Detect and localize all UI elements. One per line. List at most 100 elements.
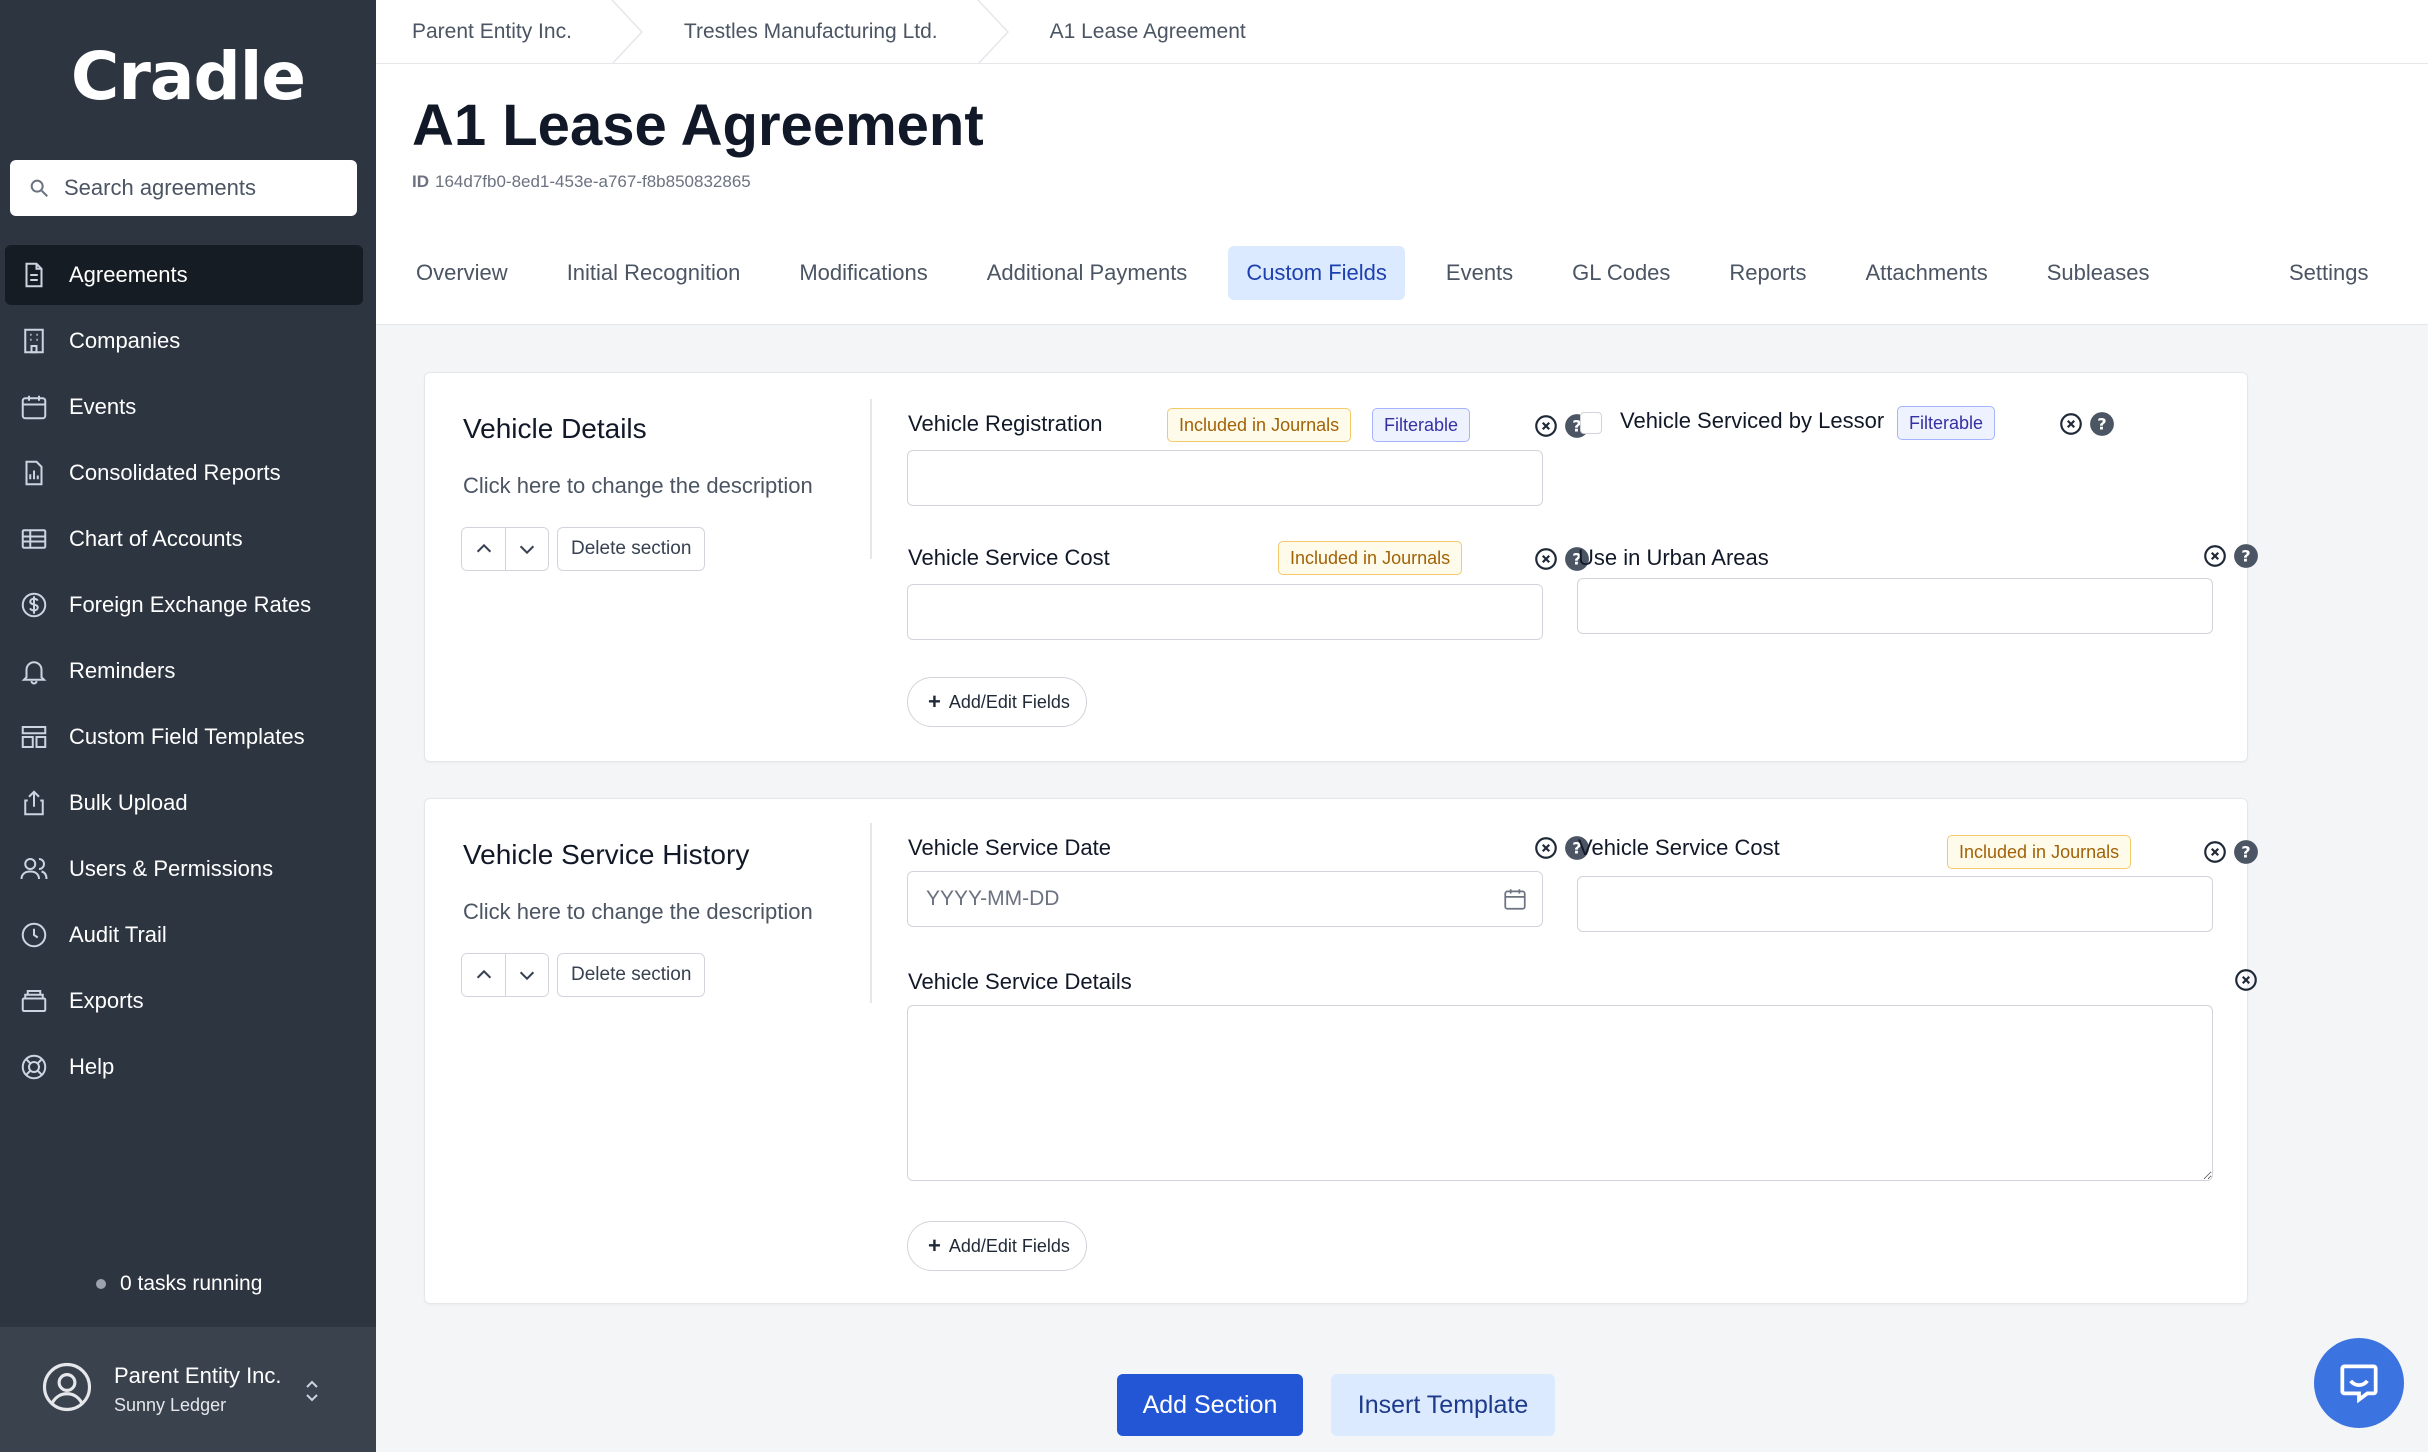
remove-field-icon[interactable] bbox=[1533, 413, 1559, 439]
report-icon bbox=[25, 460, 43, 486]
search-input[interactable] bbox=[64, 175, 334, 201]
section-description[interactable]: Click here to change the description bbox=[463, 899, 813, 925]
tab-gl-codes[interactable]: GL Codes bbox=[1554, 246, 1688, 300]
template-icon bbox=[21, 726, 47, 748]
sidebar-item-label: Custom Field Templates bbox=[69, 724, 305, 749]
delete-section-button[interactable]: Delete section bbox=[557, 527, 706, 571]
delete-section-button[interactable]: Delete section bbox=[557, 953, 706, 997]
sidebar-item-foreign-exchange-rates[interactable]: Foreign Exchange Rates bbox=[5, 575, 363, 635]
sidebar-item-chart-of-accounts[interactable]: Chart of Accounts bbox=[5, 509, 363, 569]
section-title[interactable]: Vehicle Service History bbox=[463, 839, 749, 871]
sidebar-item-custom-field-templates[interactable]: Custom Field Templates bbox=[5, 707, 363, 767]
remove-field-icon[interactable] bbox=[2202, 543, 2228, 569]
sidebar-item-events[interactable]: Events bbox=[5, 377, 363, 437]
upload-icon bbox=[24, 790, 44, 816]
tab-events[interactable]: Events bbox=[1428, 246, 1531, 300]
tab-subleases[interactable]: Subleases bbox=[2029, 246, 2168, 300]
plus-icon: + bbox=[928, 689, 941, 714]
chevron-up-down-icon bbox=[306, 1380, 318, 1402]
move-up-button[interactable] bbox=[462, 528, 505, 570]
field-label-vehicle-serviced-by-lessor: Vehicle Serviced by Lessor bbox=[1620, 408, 1885, 433]
field-label-use-in-urban-areas: Use in Urban Areas bbox=[1578, 545, 1769, 570]
sidebar-item-users-permissions[interactable]: Users & Permissions bbox=[5, 839, 363, 899]
tab-modifications[interactable]: Modifications bbox=[781, 246, 945, 300]
tab-overview[interactable]: Overview bbox=[398, 246, 526, 300]
add-edit-fields-button[interactable]: + Add/Edit Fields bbox=[907, 677, 1087, 727]
section-controls: Delete section bbox=[461, 527, 706, 571]
page-id: ID 164d7fb0-8ed1-453e-a767-f8b850832865 bbox=[412, 172, 751, 192]
breadcrumb-item-current[interactable]: A1 Lease Agreement bbox=[1014, 0, 1282, 64]
tab-reports[interactable]: Reports bbox=[1711, 246, 1824, 300]
add-section-button[interactable]: Add Section bbox=[1117, 1374, 1303, 1436]
tab-attachments[interactable]: Attachments bbox=[1847, 246, 2005, 300]
search-icon bbox=[30, 179, 48, 197]
sidebar-item-label: Bulk Upload bbox=[69, 790, 188, 815]
sidebar-item-consolidated-reports[interactable]: Consolidated Reports bbox=[5, 443, 363, 503]
add-edit-fields-button[interactable]: + Add/Edit Fields bbox=[907, 1221, 1087, 1271]
calendar-icon[interactable] bbox=[1502, 886, 1528, 912]
sidebar-item-audit-trail[interactable]: Audit Trail bbox=[5, 905, 363, 965]
user-names: Parent Entity Inc. Sunny Ledger bbox=[114, 1363, 282, 1416]
sidebar-item-companies[interactable]: Companies bbox=[5, 311, 363, 371]
remove-field-icon[interactable] bbox=[1533, 546, 1559, 572]
reorder-group bbox=[461, 527, 549, 571]
help-icon[interactable]: ? bbox=[2233, 839, 2259, 865]
remove-field-icon[interactable] bbox=[1533, 835, 1559, 861]
sidebar-item-reminders[interactable]: Reminders bbox=[5, 641, 363, 701]
insert-template-button[interactable]: Insert Template bbox=[1331, 1374, 1555, 1436]
help-icon[interactable]: ? bbox=[2089, 411, 2115, 437]
tab-additional-payments[interactable]: Additional Payments bbox=[969, 246, 1206, 300]
remove-field-icon[interactable] bbox=[2233, 967, 2259, 993]
field-label-vehicle-service-details: Vehicle Service Details bbox=[908, 969, 1132, 994]
vehicle-service-details-textarea[interactable] bbox=[907, 1005, 2213, 1181]
section-title[interactable]: Vehicle Details bbox=[463, 413, 647, 445]
remove-field-icon[interactable] bbox=[2058, 411, 2084, 437]
sidebar-item-bulk-upload[interactable]: Bulk Upload bbox=[5, 773, 363, 833]
status-dot bbox=[96, 1279, 106, 1289]
sidebar-item-label: Events bbox=[69, 394, 137, 419]
breadcrumb-item[interactable]: Parent Entity Inc. bbox=[376, 0, 608, 64]
sidebar-nav: Agreements Companies Events Consolidated… bbox=[5, 245, 363, 1103]
support-chat-button[interactable] bbox=[2314, 1338, 2404, 1428]
tab-initial-recognition[interactable]: Initial Recognition bbox=[549, 246, 759, 300]
vehicle-serviced-checkbox[interactable] bbox=[1580, 412, 1602, 434]
breadcrumb-separator-icon bbox=[611, 0, 643, 64]
filterable-badge: Filterable bbox=[1897, 406, 1996, 440]
vehicle-registration-input[interactable] bbox=[907, 450, 1543, 506]
chat-icon bbox=[2340, 1364, 2378, 1404]
sidebar: Cradle Agreements Companies Events Conso… bbox=[0, 0, 376, 1452]
move-up-button[interactable] bbox=[462, 954, 505, 996]
user-org: Sunny Ledger bbox=[114, 1395, 227, 1415]
page-title: A1 Lease Agreement bbox=[412, 93, 984, 158]
sidebar-item-label: Foreign Exchange Rates bbox=[69, 592, 312, 617]
vehicle-service-date-input[interactable] bbox=[907, 871, 1543, 927]
chevron-down-icon bbox=[519, 545, 535, 555]
tab-custom-fields[interactable]: Custom Fields bbox=[1228, 246, 1405, 300]
section-description[interactable]: Click here to change the description bbox=[463, 473, 813, 499]
sidebar-item-label: Chart of Accounts bbox=[69, 526, 243, 551]
chevron-up-icon bbox=[476, 969, 491, 979]
tasks-status: 0 tasks running bbox=[96, 1272, 262, 1296]
search-box[interactable] bbox=[10, 160, 357, 216]
sidebar-item-agreements[interactable]: Agreements bbox=[5, 245, 363, 305]
included-in-journals-badge: Included in Journals bbox=[1947, 835, 2132, 869]
sidebar-item-label: Consolidated Reports bbox=[69, 460, 281, 485]
sidebar-item-help[interactable]: Help bbox=[5, 1037, 363, 1097]
section-divider bbox=[870, 399, 872, 559]
users-icon bbox=[20, 858, 48, 880]
move-down-button[interactable] bbox=[505, 954, 548, 996]
help-icon[interactable]: ? bbox=[2233, 543, 2259, 569]
dollar-icon bbox=[21, 592, 47, 618]
sidebar-item-exports[interactable]: Exports bbox=[5, 971, 363, 1031]
tab-settings[interactable]: Settings bbox=[2271, 246, 2387, 300]
move-down-button[interactable] bbox=[505, 528, 548, 570]
vehicle-service-cost-input[interactable] bbox=[1577, 876, 2213, 932]
user-switcher[interactable]: Parent Entity Inc. Sunny Ledger bbox=[0, 1327, 376, 1452]
app-logo[interactable]: Cradle bbox=[0, 38, 376, 115]
use-in-urban-areas-input[interactable] bbox=[1577, 578, 2213, 634]
vehicle-service-cost-input[interactable] bbox=[907, 584, 1543, 640]
remove-field-icon[interactable] bbox=[2202, 839, 2228, 865]
building-icon bbox=[24, 328, 44, 354]
breadcrumb-item[interactable]: Trestles Manufacturing Ltd. bbox=[648, 0, 974, 64]
lifebuoy-icon bbox=[21, 1054, 47, 1080]
